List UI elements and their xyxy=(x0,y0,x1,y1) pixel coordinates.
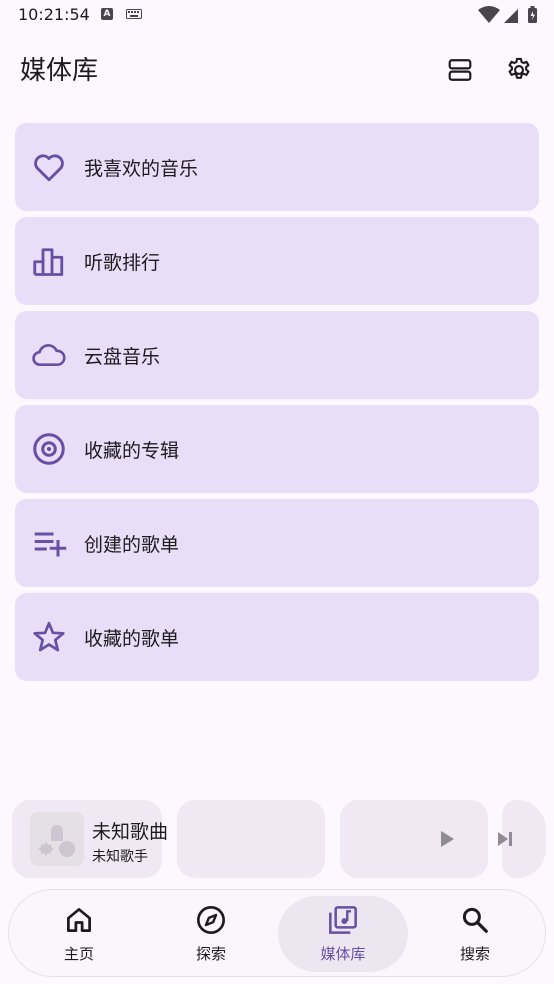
library-item-label: 收藏的歌单 xyxy=(84,627,180,650)
settings-button[interactable] xyxy=(499,50,539,90)
playlist-add-icon xyxy=(31,525,67,561)
library-item-created-playlists[interactable]: 创建的歌单 xyxy=(15,499,539,587)
song-artist: 未知歌手 xyxy=(92,849,148,865)
library-item-label: 收藏的专辑 xyxy=(84,439,180,462)
library-item-saved-playlists[interactable]: 收藏的歌单 xyxy=(15,593,539,681)
library-music-icon xyxy=(327,904,359,936)
keyboard-icon xyxy=(126,9,142,19)
song-title: 未知歌曲 xyxy=(92,821,169,843)
home-icon xyxy=(63,904,95,936)
library-item-ranking[interactable]: 听歌排行 xyxy=(15,217,539,305)
layout-toggle-button[interactable] xyxy=(440,50,480,90)
nav-item-explore[interactable]: 探索 xyxy=(146,890,276,978)
heart-icon xyxy=(31,149,67,185)
play-icon xyxy=(441,831,454,847)
status-time: 10:21:54 xyxy=(18,5,90,24)
library-item-cloud-music[interactable]: 云盘音乐 xyxy=(15,311,539,399)
accessibility-indicator-icon: A xyxy=(101,8,113,20)
page-title: 媒体库 xyxy=(20,56,99,86)
ranking-bars-icon xyxy=(31,243,67,279)
play-button[interactable] xyxy=(432,824,462,854)
skip-next-icon xyxy=(498,832,512,846)
compass-icon xyxy=(195,904,227,936)
library-item-label: 听歌排行 xyxy=(84,251,161,274)
nav-label: 主页 xyxy=(63,945,94,963)
signal-icon xyxy=(504,9,518,23)
placeholder-shapes-icon xyxy=(38,825,75,857)
library-item-liked-music[interactable]: 我喜欢的音乐 xyxy=(15,123,539,211)
library-list: 我喜欢的音乐 听歌排行 云盘音乐 收藏的专辑 创建的歌单 收藏的歌单 xyxy=(15,123,539,687)
mini-player-card xyxy=(177,800,325,878)
wifi-icon xyxy=(478,6,500,23)
nav-label: 搜索 xyxy=(459,945,490,963)
mini-player[interactable]: 未知歌曲 未知歌手 xyxy=(12,800,546,878)
library-item-label: 我喜欢的音乐 xyxy=(84,157,199,180)
nav-label: 媒体库 xyxy=(320,945,366,963)
next-button[interactable] xyxy=(490,824,520,854)
star-icon xyxy=(31,619,67,655)
bottom-navigation: 主页 探索 媒体库 搜索 xyxy=(8,889,546,977)
nav-item-library[interactable]: 媒体库 xyxy=(278,890,408,978)
status-bar: 10:21:54 A xyxy=(0,0,554,32)
library-item-saved-albums[interactable]: 收藏的专辑 xyxy=(15,405,539,493)
library-item-label: 创建的歌单 xyxy=(84,533,180,556)
gear-icon xyxy=(508,57,530,79)
nav-label: 探索 xyxy=(195,945,226,963)
view-agenda-icon xyxy=(448,59,472,81)
mini-player-card xyxy=(340,800,488,878)
album-art-placeholder xyxy=(30,812,84,866)
nav-item-search[interactable]: 搜索 xyxy=(410,890,540,978)
nav-item-home[interactable]: 主页 xyxy=(14,890,144,978)
cloud-icon xyxy=(31,337,67,373)
status-icons xyxy=(478,6,537,23)
library-item-label: 云盘音乐 xyxy=(84,345,161,368)
album-disc-icon xyxy=(31,431,67,467)
search-icon xyxy=(459,904,491,936)
